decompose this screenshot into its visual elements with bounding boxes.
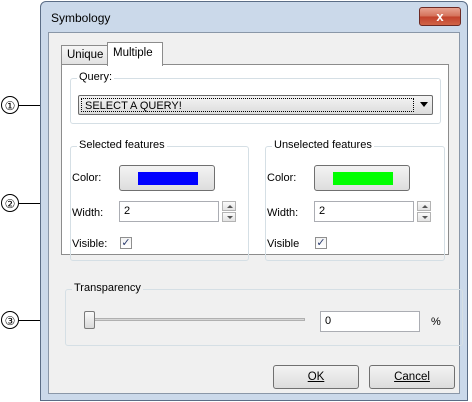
callout-2: ② <box>1 194 19 212</box>
selected-width-down-button[interactable] <box>222 212 236 222</box>
arrow-down-icon <box>422 216 428 219</box>
cancel-button-label: Cancel <box>394 371 430 383</box>
selected-color-label: Color: <box>72 172 102 184</box>
selected-color-button[interactable] <box>119 165 215 191</box>
query-select-value: SELECT A QUERY! <box>85 100 182 112</box>
query-group: Query: SELECT A QUERY! <box>70 71 441 124</box>
unselected-width-label: Width: <box>267 207 299 219</box>
arrow-up-icon <box>422 205 428 208</box>
dialog-client: Unique Multiple Query: SELECT A QUERY! S… <box>48 32 463 394</box>
selected-features-label: Selected features <box>77 139 167 151</box>
selected-features-group: Selected features Color: Width: 2 Visibl… <box>70 139 249 261</box>
selected-visible-checkbox[interactable]: ✓ <box>120 237 132 249</box>
multiple-tab-panel: Query: SELECT A QUERY! Selected features… <box>61 64 449 261</box>
selected-width-label: Width: <box>72 207 104 219</box>
title-bar: Symbology x <box>41 2 467 32</box>
transparency-label: Transparency <box>72 282 143 294</box>
transparency-slider-track[interactable] <box>89 318 305 321</box>
unselected-width-down-button[interactable] <box>417 212 431 222</box>
symbology-dialog: Symbology x Unique Multiple Query: SELEC… <box>40 1 468 401</box>
arrow-up-icon <box>227 205 233 208</box>
tab-unique[interactable]: Unique <box>61 45 108 64</box>
unselected-width-input[interactable]: 2 <box>314 201 414 222</box>
unselected-visible-label: Visible <box>267 238 300 250</box>
ok-button-label: OK <box>307 371 325 383</box>
callout-1: ① <box>1 96 19 114</box>
tab-multiple[interactable]: Multiple <box>107 42 163 66</box>
cancel-button[interactable]: Cancel <box>369 365 455 389</box>
close-button[interactable]: x <box>419 7 461 26</box>
transparency-input[interactable]: 0 <box>320 311 420 332</box>
unselected-color-swatch <box>333 172 393 185</box>
arrow-down-icon <box>227 216 233 219</box>
selected-width-spinner <box>222 201 236 222</box>
chevron-down-icon <box>420 102 428 107</box>
selected-color-swatch <box>138 172 198 185</box>
close-icon: x <box>436 9 444 24</box>
unselected-width-up-button[interactable] <box>417 201 431 211</box>
query-select-focus: SELECT A QUERY! <box>81 98 414 112</box>
query-select[interactable]: SELECT A QUERY! <box>78 95 433 115</box>
unselected-features-label: Unselected features <box>272 139 374 151</box>
callout-3: ③ <box>1 311 19 329</box>
unselected-color-button[interactable] <box>314 165 410 191</box>
selected-width-up-button[interactable] <box>222 201 236 211</box>
unselected-visible-checkbox[interactable]: ✓ <box>315 237 327 249</box>
selected-width-input[interactable]: 2 <box>119 201 219 222</box>
tab-unique-label: Unique <box>67 49 104 61</box>
unselected-width-spinner <box>417 201 431 222</box>
transparency-slider-thumb[interactable] <box>84 311 95 329</box>
ok-button[interactable]: OK <box>273 365 359 389</box>
transparency-unit: % <box>431 316 441 328</box>
window-title: Symbology <box>51 11 111 25</box>
query-group-label: Query: <box>77 71 115 83</box>
transparency-group: Transparency 0 % <box>65 282 463 346</box>
tab-multiple-label: Multiple <box>113 47 153 59</box>
unselected-color-label: Color: <box>267 172 297 184</box>
unselected-features-group: Unselected features Color: Width: 2 Visi… <box>265 139 445 261</box>
selected-visible-label: Visible: <box>72 238 108 250</box>
